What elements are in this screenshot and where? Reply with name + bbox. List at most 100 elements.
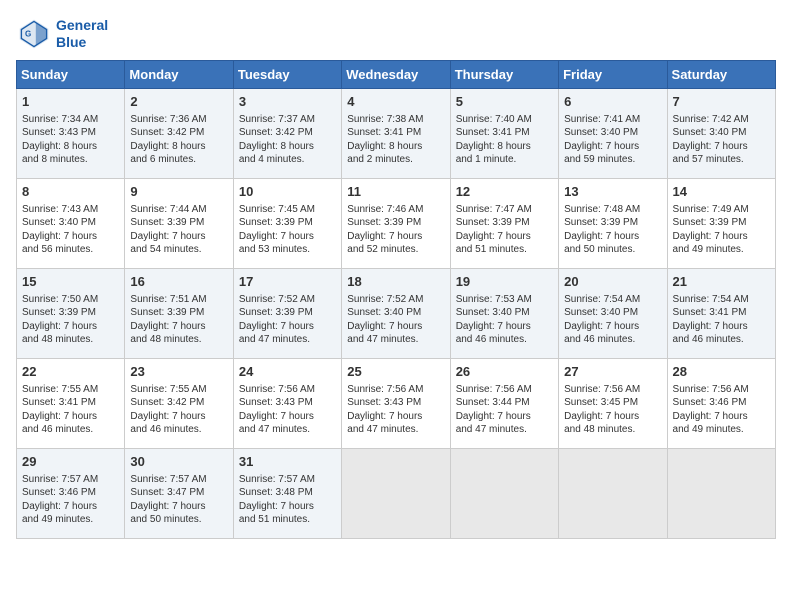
day-number: 11: [347, 183, 444, 201]
calendar-week-3: 15 Sunrise: 7:50 AM Sunset: 3:39 PM Dayli…: [17, 269, 776, 359]
calendar-cell: 19 Sunrise: 7:53 AM Sunset: 3:40 PM Dayli…: [450, 269, 558, 359]
day-info: Sunrise: 7:56 AM Sunset: 3:43 PM Dayligh…: [239, 383, 336, 437]
calendar-cell: 23Sunrise: 7:55 AM Sunset: 3:42 PM Dayli…: [125, 359, 233, 449]
page-header: G General Blue: [16, 16, 776, 52]
calendar-cell: 6 Sunrise: 7:41 AM Sunset: 3:40 PM Daylig…: [559, 89, 667, 179]
calendar-cell: 21Sunrise: 7:54 AM Sunset: 3:41 PM Dayli…: [667, 269, 775, 359]
calendar-cell: 1 Sunrise: 7:34 AM Sunset: 3:43 PM Daylig…: [17, 89, 125, 179]
day-number: 30: [130, 453, 227, 471]
calendar-cell: 18 Sunrise: 7:52 AM Sunset: 3:40 PM Dayli…: [342, 269, 450, 359]
calendar-cell: 20 Sunrise: 7:54 AM Sunset: 3:40 PM Dayli…: [559, 269, 667, 359]
calendar-cell: 26 Sunrise: 7:56 AM Sunset: 3:44 PM Dayli…: [450, 359, 558, 449]
day-info: Sunrise: 7:40 AM Sunset: 3:41 PM Dayligh…: [456, 113, 553, 167]
day-info: Sunrise: 7:43 AM Sunset: 3:40 PM Dayligh…: [22, 203, 119, 257]
calendar-week-4: 22 Sunrise: 7:55 AM Sunset: 3:41 PM Dayli…: [17, 359, 776, 449]
day-number: 2: [130, 93, 227, 111]
calendar-cell: 9Sunrise: 7:44 AM Sunset: 3:39 PM Daylig…: [125, 179, 233, 269]
day-number: 20: [564, 273, 661, 291]
day-info: Sunrise: 7:57 AM Sunset: 3:47 PM Dayligh…: [130, 473, 227, 527]
weekday-sunday: Sunday: [17, 61, 125, 89]
day-info: Sunrise: 7:56 AM Sunset: 3:44 PM Dayligh…: [456, 383, 553, 437]
day-number: 9: [130, 183, 227, 201]
day-info: Sunrise: 7:49 AM Sunset: 3:39 PM Dayligh…: [673, 203, 770, 257]
day-number: 3: [239, 93, 336, 111]
day-info: Sunrise: 7:37 AM Sunset: 3:42 PM Dayligh…: [239, 113, 336, 167]
day-info: Sunrise: 7:46 AM Sunset: 3:39 PM Dayligh…: [347, 203, 444, 257]
calendar-cell: 8Sunrise: 7:43 AM Sunset: 3:40 PM Daylig…: [17, 179, 125, 269]
logo-text: General Blue: [56, 17, 108, 51]
day-number: 29: [22, 453, 119, 471]
calendar-cell: 29 Sunrise: 7:57 AM Sunset: 3:46 PM Dayli…: [17, 449, 125, 539]
day-number: 1: [22, 93, 119, 111]
weekday-tuesday: Tuesday: [233, 61, 341, 89]
day-number: 26: [456, 363, 553, 381]
calendar-cell: 30 Sunrise: 7:57 AM Sunset: 3:47 PM Dayli…: [125, 449, 233, 539]
calendar-cell: 16Sunrise: 7:51 AM Sunset: 3:39 PM Dayli…: [125, 269, 233, 359]
day-number: 15: [22, 273, 119, 291]
calendar-cell: 5Sunrise: 7:40 AM Sunset: 3:41 PM Daylig…: [450, 89, 558, 179]
calendar-cell: 10 Sunrise: 7:45 AM Sunset: 3:39 PM Dayli…: [233, 179, 341, 269]
calendar-cell: 22 Sunrise: 7:55 AM Sunset: 3:41 PM Dayli…: [17, 359, 125, 449]
day-number: 31: [239, 453, 336, 471]
day-number: 6: [564, 93, 661, 111]
day-number: 27: [564, 363, 661, 381]
day-number: 22: [22, 363, 119, 381]
day-info: Sunrise: 7:45 AM Sunset: 3:39 PM Dayligh…: [239, 203, 336, 257]
day-info: Sunrise: 7:57 AM Sunset: 3:46 PM Dayligh…: [22, 473, 119, 527]
weekday-friday: Friday: [559, 61, 667, 89]
day-info: Sunrise: 7:56 AM Sunset: 3:43 PM Dayligh…: [347, 383, 444, 437]
day-number: 28: [673, 363, 770, 381]
calendar-cell: 31 Sunrise: 7:57 AM Sunset: 3:48 PM Dayli…: [233, 449, 341, 539]
day-number: 10: [239, 183, 336, 201]
calendar-cell: 25 Sunrise: 7:56 AM Sunset: 3:43 PM Dayli…: [342, 359, 450, 449]
day-number: 25: [347, 363, 444, 381]
day-info: Sunrise: 7:36 AM Sunset: 3:42 PM Dayligh…: [130, 113, 227, 167]
day-number: 12: [456, 183, 553, 201]
day-info: Sunrise: 7:52 AM Sunset: 3:40 PM Dayligh…: [347, 293, 444, 347]
day-number: 23: [130, 363, 227, 381]
weekday-saturday: Saturday: [667, 61, 775, 89]
calendar-week-2: 8Sunrise: 7:43 AM Sunset: 3:40 PM Daylig…: [17, 179, 776, 269]
day-info: Sunrise: 7:54 AM Sunset: 3:40 PM Dayligh…: [564, 293, 661, 347]
day-info: Sunrise: 7:41 AM Sunset: 3:40 PM Dayligh…: [564, 113, 661, 167]
day-number: 17: [239, 273, 336, 291]
calendar-cell: [450, 449, 558, 539]
calendar-cell: 11 Sunrise: 7:46 AM Sunset: 3:39 PM Dayli…: [342, 179, 450, 269]
weekday-monday: Monday: [125, 61, 233, 89]
day-number: 13: [564, 183, 661, 201]
day-number: 19: [456, 273, 553, 291]
calendar-cell: 3 Sunrise: 7:37 AM Sunset: 3:42 PM Daylig…: [233, 89, 341, 179]
day-info: Sunrise: 7:55 AM Sunset: 3:41 PM Dayligh…: [22, 383, 119, 437]
calendar-table: SundayMondayTuesdayWednesdayThursdayFrid…: [16, 60, 776, 539]
calendar-cell: 27 Sunrise: 7:56 AM Sunset: 3:45 PM Dayli…: [559, 359, 667, 449]
weekday-header-row: SundayMondayTuesdayWednesdayThursdayFrid…: [17, 61, 776, 89]
day-info: Sunrise: 7:54 AM Sunset: 3:41 PM Dayligh…: [673, 293, 770, 347]
day-info: Sunrise: 7:47 AM Sunset: 3:39 PM Dayligh…: [456, 203, 553, 257]
calendar-cell: 24 Sunrise: 7:56 AM Sunset: 3:43 PM Dayli…: [233, 359, 341, 449]
calendar-cell: 12 Sunrise: 7:47 AM Sunset: 3:39 PM Dayli…: [450, 179, 558, 269]
day-info: Sunrise: 7:38 AM Sunset: 3:41 PM Dayligh…: [347, 113, 444, 167]
calendar-week-1: 1 Sunrise: 7:34 AM Sunset: 3:43 PM Daylig…: [17, 89, 776, 179]
calendar-body: 1 Sunrise: 7:34 AM Sunset: 3:43 PM Daylig…: [17, 89, 776, 539]
logo: G General Blue: [16, 16, 108, 52]
calendar-cell: 7 Sunrise: 7:42 AM Sunset: 3:40 PM Daylig…: [667, 89, 775, 179]
day-number: 24: [239, 363, 336, 381]
day-info: Sunrise: 7:48 AM Sunset: 3:39 PM Dayligh…: [564, 203, 661, 257]
day-info: Sunrise: 7:34 AM Sunset: 3:43 PM Dayligh…: [22, 113, 119, 167]
day-number: 18: [347, 273, 444, 291]
day-number: 7: [673, 93, 770, 111]
calendar-cell: 17 Sunrise: 7:52 AM Sunset: 3:39 PM Dayli…: [233, 269, 341, 359]
calendar-cell: [342, 449, 450, 539]
day-info: Sunrise: 7:57 AM Sunset: 3:48 PM Dayligh…: [239, 473, 336, 527]
day-info: Sunrise: 7:56 AM Sunset: 3:45 PM Dayligh…: [564, 383, 661, 437]
weekday-wednesday: Wednesday: [342, 61, 450, 89]
day-info: Sunrise: 7:50 AM Sunset: 3:39 PM Dayligh…: [22, 293, 119, 347]
day-info: Sunrise: 7:52 AM Sunset: 3:39 PM Dayligh…: [239, 293, 336, 347]
calendar-week-5: 29 Sunrise: 7:57 AM Sunset: 3:46 PM Dayli…: [17, 449, 776, 539]
day-info: Sunrise: 7:56 AM Sunset: 3:46 PM Dayligh…: [673, 383, 770, 437]
calendar-cell: 15 Sunrise: 7:50 AM Sunset: 3:39 PM Dayli…: [17, 269, 125, 359]
calendar-cell: 4Sunrise: 7:38 AM Sunset: 3:41 PM Daylig…: [342, 89, 450, 179]
day-info: Sunrise: 7:42 AM Sunset: 3:40 PM Dayligh…: [673, 113, 770, 167]
day-info: Sunrise: 7:51 AM Sunset: 3:39 PM Dayligh…: [130, 293, 227, 347]
day-info: Sunrise: 7:53 AM Sunset: 3:40 PM Dayligh…: [456, 293, 553, 347]
